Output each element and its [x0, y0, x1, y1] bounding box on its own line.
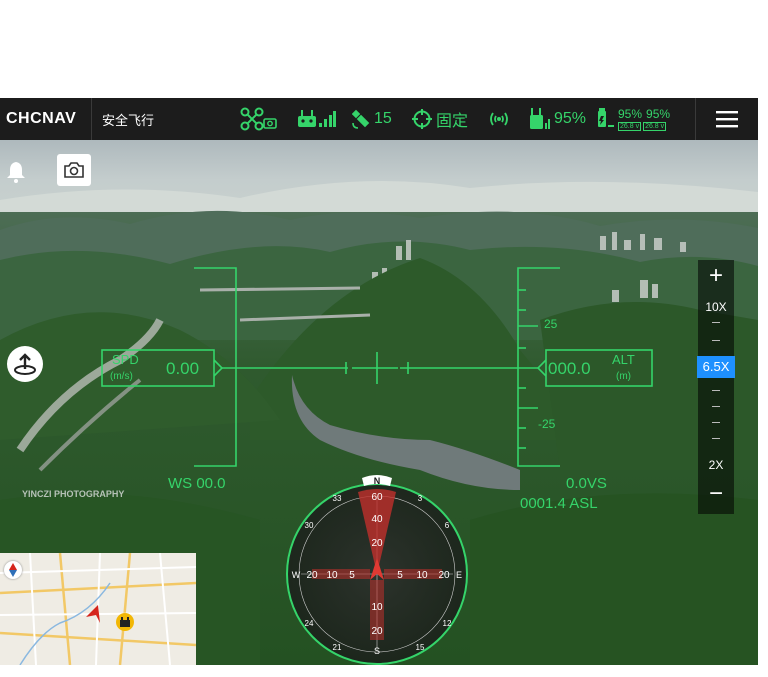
rc-battery-icon [530, 108, 550, 129]
camera-icon [64, 162, 84, 178]
satellite-icon [352, 109, 370, 129]
rtk-status[interactable]: 固定 [412, 98, 468, 140]
map-compass-button[interactable] [4, 561, 22, 579]
flight-app: CHCNAV 安全飞行 15 固定 95% 95% 95% 26.8 v 26.… [0, 98, 758, 665]
compass-outer-6: 6 [445, 521, 450, 530]
satellite-status[interactable]: 15 [352, 98, 392, 140]
compass-top-20: 20 [371, 538, 383, 549]
alt-tick-minus-25: -25 [538, 417, 556, 431]
compass-s: S [374, 646, 380, 656]
drone-camera-icon [240, 107, 277, 131]
rc-signal-status[interactable] [298, 98, 336, 140]
battery-b-percent: 95% [646, 106, 671, 121]
zoom-out-button[interactable]: − [698, 482, 734, 506]
battery-b-voltage: 26.8 v [643, 121, 667, 131]
flight-mode-label[interactable]: 安全飞行 [102, 110, 154, 129]
rtk-fix-label: 固定 [436, 113, 469, 130]
spd-label: SPD [112, 352, 139, 367]
compass-bottom-10: 10 [371, 602, 383, 613]
image-transmission-status[interactable] [488, 98, 510, 140]
compass-top-40: 40 [371, 514, 383, 525]
alt-label: ALT [612, 352, 635, 367]
compass-outer-3: 3 [418, 494, 423, 503]
home-marker-icon [120, 617, 130, 627]
spd-unit: (m/s) [110, 371, 133, 382]
compass-left-10: 10 [326, 570, 338, 581]
compass-outer-24: 24 [305, 619, 314, 628]
camera-settings-button[interactable] [57, 154, 91, 186]
satellite-count: 15 [374, 110, 392, 127]
compass-outer-12: 12 [443, 619, 452, 628]
compass-bottom-20: 20 [371, 626, 383, 637]
return-home-button[interactable] [7, 346, 43, 382]
asl-altitude: 0001.4 ASL [520, 495, 598, 512]
menu-button[interactable] [695, 98, 758, 140]
drone-battery-readout: 95% 95% 26.8 v 26.8 v [618, 108, 670, 131]
compass-right-5: 5 [397, 570, 403, 581]
compass-outer-33: 33 [333, 494, 342, 503]
rc-battery-value: 95% [554, 110, 587, 127]
menu-icon [716, 111, 738, 128]
map-compass-icon [9, 563, 17, 577]
compass-outer-30: 30 [305, 521, 314, 530]
remote-controller-icon [298, 110, 336, 127]
compass-w: W [292, 570, 301, 580]
return-home-icon [14, 353, 36, 375]
map-view [0, 553, 196, 665]
alt-tick-25: 25 [544, 317, 558, 331]
camera-view[interactable]: YINCZI PHOTOGRAPHY SPD (m/s) 0.00 25 -25… [0, 140, 758, 665]
compass-outer-21: 21 [333, 643, 342, 652]
zoom-max-label: 10X [705, 300, 727, 314]
watermark-text: YINCZI PHOTOGRAPHY [22, 489, 124, 499]
rc-battery-status[interactable]: 95% [530, 98, 586, 140]
compass-top-60: 60 [371, 492, 383, 503]
battery-a-voltage: 26.8 v [618, 121, 642, 131]
alt-unit: (m) [616, 371, 631, 382]
compass-left-20: 20 [306, 570, 318, 581]
compass-n: N [374, 476, 381, 486]
battery-a-percent: 95% [618, 106, 643, 121]
zoom-in-button[interactable]: + [698, 264, 734, 288]
mini-map[interactable] [0, 553, 196, 665]
compass-right-10: 10 [416, 570, 428, 581]
zoom-current-level[interactable]: 6.5X [697, 356, 735, 378]
bell-icon [7, 162, 25, 183]
drone-battery-icon [598, 108, 614, 127]
compass-outer-15: 15 [416, 643, 425, 652]
drone-camera-status[interactable] [240, 98, 278, 140]
compass-left-5: 5 [349, 570, 355, 581]
home-marker[interactable] [116, 613, 134, 631]
vertical-speed: 0.0VS [566, 475, 607, 492]
drone-battery-status[interactable]: 95% 95% 26.8 v 26.8 v [598, 98, 670, 140]
alt-value: 000.0 [548, 359, 591, 378]
zoom-min-label: 2X [708, 458, 724, 472]
rtk-target-icon [412, 109, 432, 129]
notification-button[interactable] [4, 160, 28, 189]
compass-e: E [456, 570, 462, 580]
signal-icon [490, 112, 508, 126]
zoom-slider[interactable]: + 10X 6.5X 2X − [697, 260, 735, 514]
compass-right-20: 20 [438, 570, 450, 581]
spd-value: 0.00 [166, 359, 199, 378]
wind-speed: WS 00.0 [168, 475, 226, 492]
brand-logo: CHCNAV [0, 98, 92, 140]
top-status-bar: CHCNAV 安全飞行 15 固定 95% 95% 95% 26.8 v 26.… [0, 98, 758, 140]
